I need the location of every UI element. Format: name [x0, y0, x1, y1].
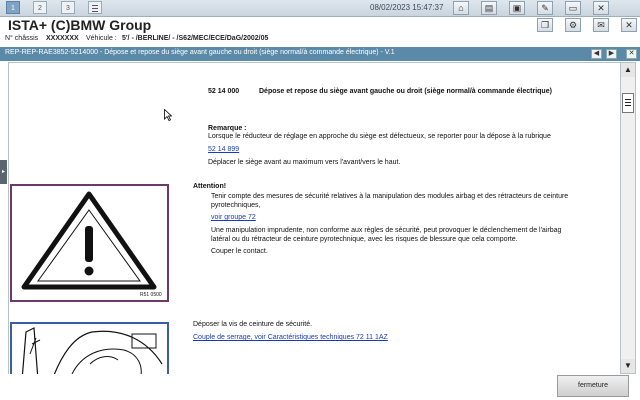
next-arrow-icon[interactable]: ▶: [606, 49, 617, 59]
seat-belt-illustration: [10, 322, 169, 375]
remark-link[interactable]: 52 14 899: [208, 146, 239, 153]
step-text: Déposer la vis de ceinture de sécurité.: [193, 321, 313, 328]
image-icon[interactable]: ▣: [509, 1, 525, 15]
app-title: ISTA+ (C)BMW Group: [8, 17, 152, 33]
datetime: 08/02/2023 15:47:37: [370, 3, 444, 12]
copy-icon[interactable]: ❐: [537, 18, 553, 32]
document-title: REP-REP-RAE3852-5214000 - Dépose et repo…: [5, 49, 395, 56]
vehicle-label: Véhicule :: [86, 35, 117, 42]
warning-triangle-icon: [21, 191, 157, 290]
attention-line-2: pyrotechniques,: [211, 202, 261, 209]
attention-link[interactable]: voir groupe 72: [211, 214, 256, 221]
top-toolbar: 1 2 3 08/02/2023 15:47:37 ⌂ ▤ ▣ ✎ ▭ ✕: [0, 0, 640, 17]
wrench-icon[interactable]: ✎: [537, 1, 553, 15]
side-panel-toggle[interactable]: ▸: [0, 160, 7, 184]
mouse-cursor-icon: [164, 109, 172, 121]
home-icon[interactable]: ⌂: [453, 1, 469, 15]
scroll-up-arrow-icon[interactable]: ▲: [621, 63, 635, 77]
vehicle-value: 5'/ - /BERLINE/ - /S62/MEC/ECE/DaG/2002/…: [122, 35, 269, 42]
list-icon[interactable]: [88, 1, 102, 14]
document-heading: Dépose et repose du siège avant gauche o…: [259, 88, 552, 95]
gear-icon[interactable]: ⚙: [565, 18, 581, 32]
app-close-icon[interactable]: ✕: [621, 18, 637, 32]
attention-line-1: Tenir compte des mesures de sécurité rel…: [211, 193, 569, 200]
warning-image: R51 0500: [10, 184, 169, 302]
remark-text: Lorsque le réducteur de réglage en appro…: [208, 133, 551, 140]
footer-bar: [0, 374, 640, 400]
attention-line-3: Une manipulation imprudente, non conform…: [211, 227, 562, 234]
document-close-icon[interactable]: ✕: [626, 49, 637, 59]
session-tab-3[interactable]: 3: [61, 1, 75, 14]
chassis-value: XXXXXXX: [46, 35, 79, 42]
attention-line-5: Couper le contact.: [211, 248, 268, 255]
window-close-icon[interactable]: ✕: [593, 1, 609, 15]
scroll-down-arrow-icon[interactable]: ▼: [621, 359, 635, 373]
document-title-bar: REP-REP-RAE3852-5214000 - Dépose et repo…: [0, 47, 640, 61]
id-card-icon[interactable]: ▤: [481, 1, 497, 15]
vehicle-info-bar: N° châssis XXXXXXX Véhicule : 5'/ - /BER…: [0, 34, 640, 46]
document-content: 52 14 000 Dépose et repose du siège avan…: [8, 62, 622, 376]
vertical-scrollbar[interactable]: ▲ ▼: [620, 62, 636, 374]
attention-line-4: latéral ou du rétracteur de ceinture pyr…: [211, 236, 518, 243]
mail-icon[interactable]: ✉: [593, 18, 609, 32]
app-header: ISTA+ (C)BMW Group ❐ ⚙ ✉ ✕: [0, 17, 640, 35]
remark-text-2: Déplacer le siège avant au maximum vers …: [208, 159, 401, 166]
remark-label: Remarque :: [208, 125, 247, 132]
attention-label: Attention!: [193, 183, 227, 190]
document-code: 52 14 000: [208, 88, 240, 95]
scroll-thumb[interactable]: [622, 93, 634, 113]
step-link[interactable]: Couple de serrage, voir Caractéristiques…: [193, 334, 388, 341]
previous-arrow-icon[interactable]: ◀: [591, 49, 602, 59]
warning-image-caption: R51 0500: [140, 292, 162, 298]
seat-belt-drawing-icon: [21, 327, 163, 375]
save-icon[interactable]: ▭: [565, 1, 581, 15]
session-tab-2[interactable]: 2: [33, 1, 47, 14]
chassis-label: N° châssis: [5, 35, 39, 42]
close-button[interactable]: fermeture: [557, 375, 629, 397]
session-tab-1[interactable]: 1: [6, 1, 20, 14]
